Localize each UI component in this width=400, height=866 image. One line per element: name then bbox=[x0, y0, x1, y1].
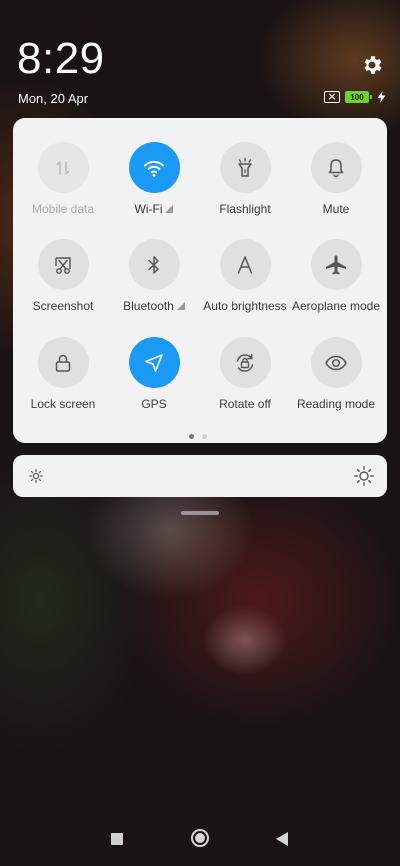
bluetooth-toggle[interactable] bbox=[128, 239, 180, 290]
tile-label-text: GPS bbox=[141, 397, 167, 411]
battery-level: 100 bbox=[345, 91, 369, 103]
battery-icon: 100 bbox=[345, 91, 372, 103]
tile-label-text: Aeroplane mode bbox=[291, 299, 381, 313]
settings-gear-icon[interactable] bbox=[360, 53, 384, 77]
tile-reading-mode[interactable]: Reading mode bbox=[290, 337, 382, 411]
quick-settings-panel: Mobile data Wi-Fi Flashlight Mute Screen… bbox=[13, 118, 387, 443]
lock-icon bbox=[55, 354, 71, 372]
tile-bluetooth[interactable]: Bluetooth bbox=[108, 239, 200, 313]
tile-screenshot[interactable]: Screenshot bbox=[17, 239, 109, 313]
tile-label: Aeroplane mode bbox=[292, 299, 380, 313]
reading-mode-toggle[interactable] bbox=[310, 337, 362, 388]
rotate-lock-icon bbox=[236, 353, 254, 372]
wifi-icon bbox=[144, 160, 164, 177]
mute-toggle[interactable] bbox=[310, 142, 362, 193]
tile-label: Rotate off bbox=[219, 397, 271, 411]
home-circle-icon bbox=[195, 833, 205, 843]
mobile-data-toggle[interactable] bbox=[37, 142, 89, 193]
battery-tip bbox=[370, 95, 372, 99]
home-button[interactable] bbox=[191, 829, 209, 847]
clock[interactable]: 8:29 bbox=[17, 34, 105, 84]
letter-a-icon bbox=[237, 255, 253, 274]
tile-rotate-off[interactable]: Rotate off bbox=[199, 337, 291, 411]
tile-wifi[interactable]: Wi-Fi bbox=[108, 142, 200, 216]
flashlight-icon bbox=[238, 157, 252, 177]
no-sim-icon bbox=[324, 91, 340, 103]
back-button[interactable] bbox=[276, 832, 288, 846]
tile-label-text: Bluetooth bbox=[123, 299, 174, 313]
date[interactable]: Mon, 20 Apr bbox=[18, 91, 88, 106]
tile-label-text: Screenshot bbox=[32, 299, 94, 313]
charging-bolt-icon bbox=[377, 91, 386, 103]
auto-brightness-toggle[interactable] bbox=[219, 239, 271, 290]
tile-label: Bluetooth bbox=[123, 299, 185, 313]
brightness-high-icon bbox=[354, 466, 374, 486]
tile-mute[interactable]: Mute bbox=[290, 142, 382, 216]
tile-label-text: Mute bbox=[322, 202, 350, 216]
tile-label: Auto brightness bbox=[203, 299, 286, 313]
tile-gps[interactable]: GPS bbox=[108, 337, 200, 411]
tile-label: Screenshot bbox=[33, 299, 94, 313]
flashlight-toggle[interactable] bbox=[219, 142, 271, 193]
tile-label-text: Mobile data bbox=[31, 202, 95, 216]
tile-label-text: Flashlight bbox=[219, 202, 271, 216]
tile-auto-brightness[interactable]: Auto brightness bbox=[199, 239, 291, 313]
expand-triangle-icon[interactable] bbox=[165, 205, 174, 213]
rotate-lock-toggle[interactable] bbox=[219, 337, 271, 388]
scissors-icon bbox=[55, 256, 71, 274]
tile-label: Flashlight bbox=[219, 202, 270, 216]
tile-label-text: Reading mode bbox=[296, 397, 376, 411]
status-icons: 100 bbox=[324, 91, 386, 103]
screenshot-toggle[interactable] bbox=[37, 239, 89, 290]
tile-label: Reading mode bbox=[297, 397, 375, 411]
lock-screen-toggle[interactable] bbox=[37, 337, 89, 388]
mobile-data-arrows-icon bbox=[56, 160, 70, 175]
bell-icon bbox=[328, 158, 344, 177]
tile-label: Lock screen bbox=[31, 397, 96, 411]
tile-label-text: Auto brightness bbox=[203, 299, 287, 313]
tile-label: Wi-Fi bbox=[135, 202, 174, 216]
aeroplane-mode-toggle[interactable] bbox=[310, 239, 362, 290]
tile-label-text: Rotate off bbox=[219, 397, 271, 411]
tile-aeroplane-mode[interactable]: Aeroplane mode bbox=[290, 239, 382, 313]
tile-label: Mute bbox=[323, 202, 350, 216]
tile-mobile-data[interactable]: Mobile data bbox=[17, 142, 109, 216]
expand-triangle-icon[interactable] bbox=[176, 302, 185, 310]
wifi-toggle[interactable] bbox=[128, 142, 180, 193]
page-dot[interactable] bbox=[202, 434, 207, 439]
gps-toggle[interactable] bbox=[128, 337, 180, 388]
page-dot-active[interactable] bbox=[189, 434, 194, 439]
bluetooth-icon bbox=[148, 255, 159, 274]
tile-flashlight[interactable]: Flashlight bbox=[199, 142, 291, 216]
page-indicator bbox=[189, 434, 207, 439]
brightness-slider[interactable] bbox=[13, 455, 387, 497]
location-arrow-icon bbox=[145, 353, 163, 372]
brightness-low-icon bbox=[29, 469, 43, 483]
eye-icon bbox=[325, 355, 347, 370]
tile-label: GPS bbox=[141, 397, 166, 411]
tile-label: Mobile data bbox=[32, 202, 94, 216]
tile-label-text: Wi-Fi bbox=[134, 202, 163, 216]
tile-lock-screen[interactable]: Lock screen bbox=[17, 337, 109, 411]
tile-label-text: Lock screen bbox=[30, 397, 96, 411]
airplane-icon bbox=[326, 255, 346, 274]
recents-button[interactable] bbox=[111, 833, 123, 845]
notification-drag-handle[interactable] bbox=[181, 511, 219, 515]
